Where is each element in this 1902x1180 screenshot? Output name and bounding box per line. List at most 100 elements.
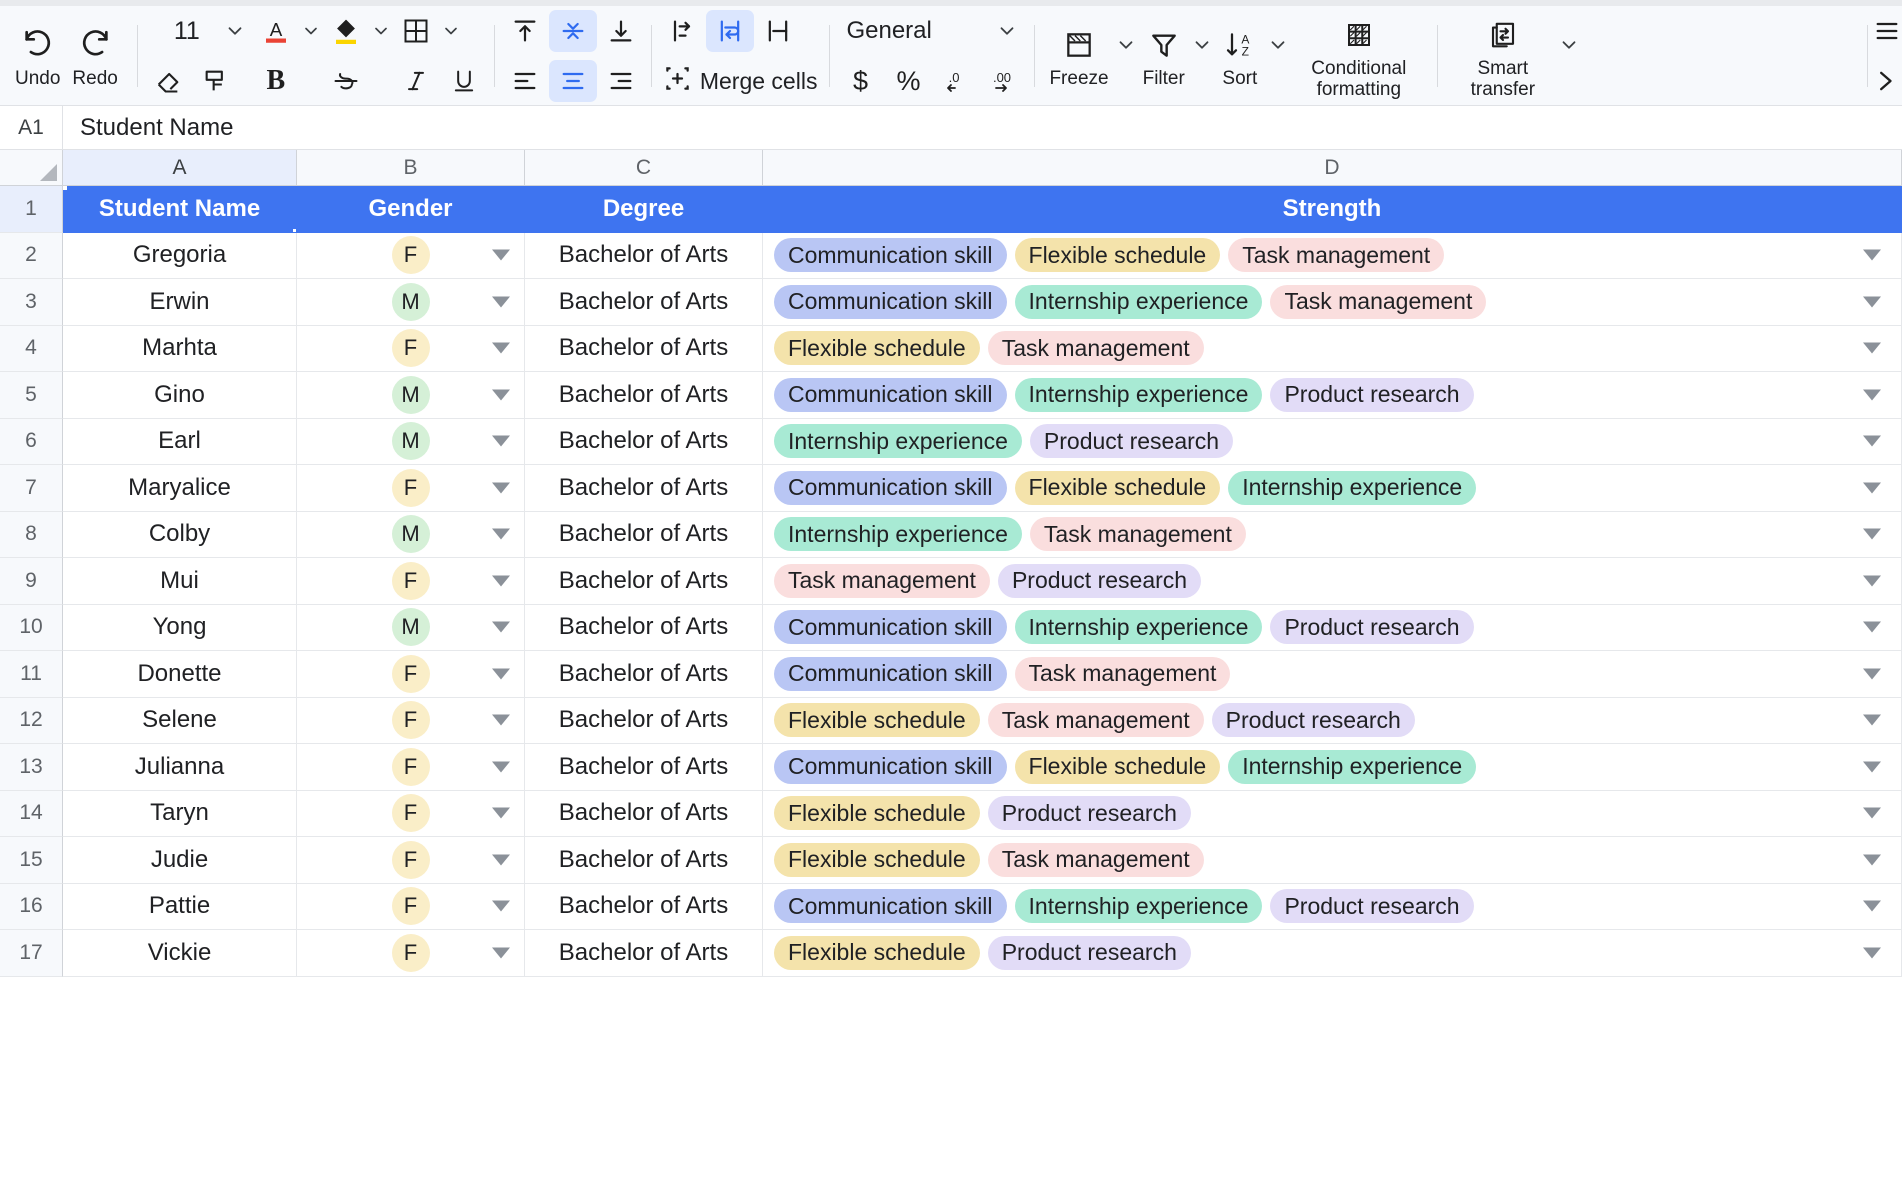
cell-student-name[interactable]: Yong (63, 605, 297, 652)
chevron-down-icon[interactable] (492, 715, 510, 726)
wrap-text-button[interactable] (706, 10, 754, 52)
row-header-15[interactable]: 15 (0, 837, 63, 884)
chevron-down-icon[interactable] (1267, 22, 1289, 68)
cell-strength[interactable]: Communication skillTask management (763, 651, 1902, 698)
merge-cells-button[interactable]: Merge cells (658, 60, 824, 102)
fill-color-button[interactable] (322, 10, 370, 52)
cell-strength[interactable]: Communication skillInternship experience… (763, 279, 1902, 326)
strength-chip[interactable]: Internship experience (1228, 750, 1476, 784)
cell-student-name[interactable]: Erwin (63, 279, 297, 326)
row-header-12[interactable]: 12 (0, 698, 63, 745)
chevron-down-icon[interactable] (492, 761, 510, 772)
cell-gender[interactable]: M (297, 279, 525, 326)
strength-chip[interactable]: Task management (988, 703, 1204, 737)
cell-strength[interactable]: Communication skillFlexible scheduleInte… (763, 744, 1902, 791)
row-header-9[interactable]: 9 (0, 558, 63, 605)
column-header-c[interactable]: C (525, 150, 763, 185)
filter-button[interactable]: Filter (1137, 6, 1191, 105)
strength-chip[interactable]: Flexible schedule (774, 796, 980, 830)
chevron-down-icon[interactable] (370, 10, 392, 52)
cell-degree[interactable]: Bachelor of Arts (525, 837, 763, 884)
align-left-button[interactable] (501, 60, 549, 102)
cell-degree[interactable]: Bachelor of Arts (525, 884, 763, 931)
cell-degree[interactable]: Bachelor of Arts (525, 233, 763, 280)
cell-degree[interactable]: Bachelor of Arts (525, 419, 763, 466)
chevron-down-icon[interactable] (1863, 947, 1881, 958)
row-header-6[interactable]: 6 (0, 419, 63, 466)
cell-strength[interactable]: Flexible scheduleTask management (763, 837, 1902, 884)
row-header-14[interactable]: 14 (0, 791, 63, 838)
cell-degree[interactable]: Bachelor of Arts (525, 279, 763, 326)
cell-degree[interactable]: Bachelor of Arts (525, 465, 763, 512)
cell-strength[interactable]: Task managementProduct research (763, 558, 1902, 605)
cell-gender[interactable]: F (297, 651, 525, 698)
chevron-down-icon[interactable] (1863, 854, 1881, 865)
cell-student-name[interactable]: Julianna (63, 744, 297, 791)
chevron-down-icon[interactable] (492, 482, 510, 493)
decrease-decimal-button[interactable]: .0 (932, 60, 980, 102)
cell-gender[interactable]: F (297, 233, 525, 280)
strength-chip[interactable]: Product research (988, 936, 1191, 970)
row-header-10[interactable]: 10 (0, 605, 63, 652)
strength-chip[interactable]: Flexible schedule (774, 843, 980, 877)
strength-chip[interactable]: Internship experience (1015, 889, 1263, 923)
chevron-down-icon[interactable] (492, 854, 510, 865)
chevron-down-icon[interactable] (492, 668, 510, 679)
strength-chip[interactable]: Product research (1270, 610, 1473, 644)
chevron-down-icon[interactable] (1863, 296, 1881, 307)
chevron-down-icon[interactable] (1863, 250, 1881, 261)
font-size-select[interactable]: 11 (144, 10, 252, 52)
cell-degree[interactable]: Bachelor of Arts (525, 651, 763, 698)
cell-degree[interactable]: Bachelor of Arts (525, 698, 763, 745)
chevron-down-icon[interactable] (492, 436, 510, 447)
chevron-down-icon[interactable] (300, 10, 322, 52)
chevron-down-icon[interactable] (1558, 22, 1580, 68)
cell-strength[interactable]: Communication skillFlexible scheduleInte… (763, 465, 1902, 512)
freeze-button[interactable]: Freeze (1043, 6, 1114, 105)
row-header-2[interactable]: 2 (0, 233, 63, 280)
cell-strength[interactable]: Flexible scheduleTask management (763, 326, 1902, 373)
row-header-8[interactable]: 8 (0, 512, 63, 559)
more-options-button[interactable] (1872, 60, 1902, 102)
cell-student-name[interactable]: Gino (63, 372, 297, 419)
increase-decimal-button[interactable]: .00 (980, 60, 1028, 102)
strength-chip[interactable]: Flexible schedule (1015, 471, 1221, 505)
row-header-4[interactable]: 4 (0, 326, 63, 373)
chevron-down-icon[interactable] (1191, 22, 1213, 68)
strength-chip[interactable]: Internship experience (1228, 471, 1476, 505)
cell-gender[interactable]: F (297, 930, 525, 977)
cell-degree[interactable]: Bachelor of Arts (525, 326, 763, 373)
cell-student-name[interactable]: Gregoria (63, 233, 297, 280)
cell-student-name[interactable]: Vickie (63, 930, 297, 977)
chevron-down-icon[interactable] (1863, 575, 1881, 586)
chevron-down-icon[interactable] (1863, 622, 1881, 633)
cell-c1[interactable]: Degree (525, 186, 763, 233)
strength-chip[interactable]: Communication skill (774, 750, 1007, 784)
currency-format-button[interactable]: $ (836, 60, 884, 102)
chevron-down-icon[interactable] (440, 10, 462, 52)
strength-chip[interactable]: Flexible schedule (1015, 750, 1221, 784)
smart-transfer-button[interactable]: Smart transfer (1448, 6, 1558, 105)
cell-gender[interactable]: F (297, 326, 525, 373)
chevron-down-icon[interactable] (1863, 668, 1881, 679)
chevron-down-icon[interactable] (1863, 482, 1881, 493)
cell-degree[interactable]: Bachelor of Arts (525, 512, 763, 559)
row-header-7[interactable]: 7 (0, 465, 63, 512)
strength-chip[interactable]: Communication skill (774, 378, 1007, 412)
cell-gender[interactable]: F (297, 884, 525, 931)
cell-d1[interactable]: Strength (763, 186, 1902, 233)
strength-chip[interactable]: Product research (988, 796, 1191, 830)
cell-student-name[interactable]: Earl (63, 419, 297, 466)
underline-button[interactable] (440, 60, 488, 102)
column-header-b[interactable]: B (297, 150, 525, 185)
conditional-formatting-button[interactable]: Conditional formatting (1289, 6, 1429, 105)
strength-chip[interactable]: Flexible schedule (1015, 238, 1221, 272)
strength-chip[interactable]: Flexible schedule (774, 703, 980, 737)
percent-format-button[interactable]: % (884, 60, 932, 102)
chevron-down-icon[interactable] (492, 947, 510, 958)
cell-student-name[interactable]: Maryalice (63, 465, 297, 512)
cell-student-name[interactable]: Donette (63, 651, 297, 698)
chevron-down-icon[interactable] (1863, 389, 1881, 400)
chevron-down-icon[interactable] (224, 10, 246, 52)
strength-chip[interactable]: Communication skill (774, 657, 1007, 691)
